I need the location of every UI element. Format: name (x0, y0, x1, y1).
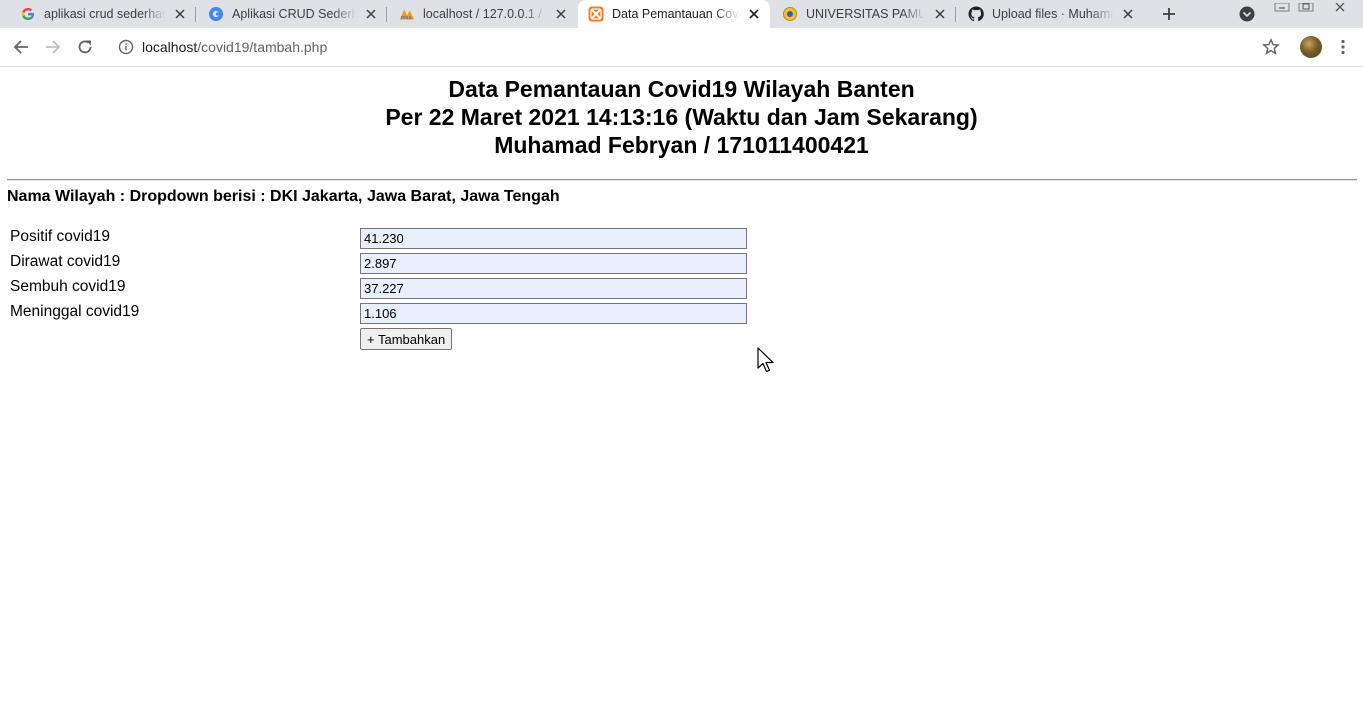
heading-title: Data Pemantauan Covid19 Wilayah Banten (448, 76, 915, 102)
page-content: Data Pemantauan Covid19 Wilayah Banten P… (0, 67, 1363, 717)
close-tab-icon[interactable] (1120, 6, 1136, 22)
url-text: localhost/covid19/tambah.php (142, 39, 327, 55)
more-vert-icon (1341, 39, 1345, 55)
close-tab-icon[interactable] (363, 6, 379, 22)
mouse-cursor-icon (757, 347, 774, 373)
url-path: /covid19/tambah.php (197, 39, 328, 55)
tab-data-pemantauan-covid[interactable]: Data Pemantauan Covid (578, 0, 770, 28)
tambahkan-button[interactable]: + Tambahkan (360, 328, 453, 350)
close-tab-icon[interactable] (746, 6, 762, 22)
close-window-button[interactable] (1330, 0, 1350, 12)
tab-github-upload[interactable]: Upload files · Muhamad (956, 0, 1144, 28)
tab-universitas-pamulang[interactable]: UNIVERSITAS PAMULANG (770, 0, 956, 28)
bookmark-button[interactable] (1262, 38, 1280, 56)
plus-icon (1163, 8, 1175, 20)
heading-date: Per 22 Maret 2021 14:13:16 (Waktu dan Ja… (385, 104, 978, 130)
minimize-icon (1274, 2, 1290, 12)
arrow-left-icon (13, 40, 28, 54)
xampp-icon (588, 6, 604, 22)
tab-search-button[interactable] (1238, 5, 1256, 23)
tab-title: Aplikasi CRUD Sederhana (232, 7, 357, 21)
phpmyadmin-icon: PMA (399, 6, 415, 22)
divider (7, 179, 1357, 181)
close-icon (1335, 2, 1345, 12)
tab-phpmyadmin[interactable]: PMA localhost / 127.0.0.1 / c (387, 0, 577, 28)
arrow-right-icon (46, 40, 61, 54)
url-host: localhost (142, 39, 198, 55)
star-icon (1262, 38, 1280, 55)
forward-button[interactable] (44, 38, 62, 56)
google-g-icon (20, 6, 36, 22)
back-button[interactable] (12, 38, 30, 56)
tab-title: UNIVERSITAS PAMULANG (806, 7, 926, 21)
reload-button[interactable] (76, 38, 94, 56)
sembuh-input[interactable] (360, 278, 747, 299)
address-bar[interactable]: localhost/covid19/tambah.php (108, 32, 1290, 62)
reload-icon (78, 40, 92, 54)
positif-label: Positif covid19 (10, 228, 110, 245)
tab-strip: aplikasi crud sederhana Aplikasi CRUD Se… (0, 0, 1363, 28)
dirawat-label: Dirawat covid19 (10, 253, 121, 270)
meninggal-input[interactable] (360, 303, 747, 324)
close-tab-icon[interactable] (172, 6, 188, 22)
maximize-window-button[interactable] (1296, 0, 1316, 12)
close-tab-icon[interactable] (553, 6, 569, 22)
maximize-icon (1298, 2, 1314, 12)
close-tab-icon[interactable] (932, 6, 948, 22)
university-seal-icon (782, 6, 798, 22)
heading-author: Muhamad Febryan / 171011400421 (494, 132, 869, 158)
region-label: Nama Wilayah : Dropdown berisi : DKI Jak… (7, 188, 560, 205)
svg-text:PMA: PMA (401, 15, 413, 21)
sembuh-label: Sembuh covid19 (10, 278, 126, 295)
tab-aplikasi-crud-google[interactable]: aplikasi crud sederhana (0, 0, 196, 28)
info-icon[interactable] (118, 39, 134, 55)
minimize-window-button[interactable] (1272, 0, 1292, 12)
new-tab-button[interactable] (1159, 4, 1179, 24)
chevron-down-icon (1239, 6, 1255, 22)
tab-aplikasi-crud-sederhana[interactable]: Aplikasi CRUD Sederhana (196, 0, 387, 28)
tab-title: Upload files · Muhamad (992, 7, 1114, 21)
positif-input[interactable] (360, 228, 747, 249)
tab-title: localhost / 127.0.0.1 / c (423, 7, 547, 21)
profile-avatar[interactable] (1300, 36, 1322, 58)
browser-menu-button[interactable] (1336, 39, 1350, 55)
google-c-icon (208, 6, 224, 22)
page-heading: Data Pemantauan Covid19 Wilayah Banten P… (0, 75, 1363, 159)
meninggal-label: Meninggal covid19 (10, 303, 140, 320)
tab-title: Data Pemantauan Covid (612, 7, 740, 21)
tab-title: aplikasi crud sederhana (44, 7, 166, 21)
dirawat-input[interactable] (360, 253, 747, 274)
browser-toolbar: localhost/covid19/tambah.php (0, 28, 1363, 67)
github-icon (968, 6, 984, 22)
